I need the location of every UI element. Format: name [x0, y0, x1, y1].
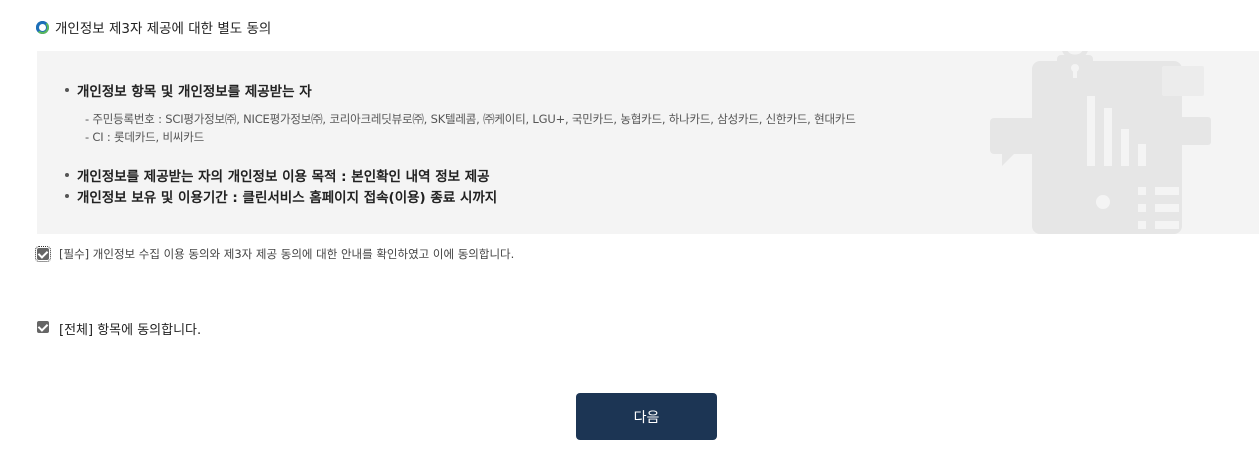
bullet-dot-icon — [65, 88, 69, 92]
purpose-text: 개인정보를 제공받는 자의 개인정보 이용 목적 : 본인확인 내역 정보 제공 — [77, 169, 490, 185]
recipients-line-ci: - CI : 롯데카드, 비씨카드 — [85, 130, 204, 144]
retention-text: 개인정보 보유 및 이용기간 : 클린서비스 홈페이지 접속(이용) 종료 시까… — [77, 190, 498, 206]
info-box: 개인정보 항목 및 개인정보를 제공받는 자 - 주민등록번호 : SCI평가정… — [37, 51, 1259, 234]
agree-all-checkbox[interactable] — [37, 321, 49, 333]
recipients-heading-text: 개인정보 항목 및 개인정보를 제공받는 자 — [77, 84, 312, 100]
recipients-heading: 개인정보 항목 및 개인정보를 제공받는 자 — [65, 80, 312, 100]
section-title: 개인정보 제3자 제공에 대한 별도 동의 — [36, 17, 271, 37]
required-consent-label[interactable]: [필수] 개인정보 수집 이용 동의와 제3자 제공 동의에 대한 안내를 확인… — [59, 246, 514, 262]
section-title-text: 개인정보 제3자 제공에 대한 별도 동의 — [55, 21, 272, 37]
privacy-document-illustration — [990, 51, 1211, 234]
recipients-line-resident-number: - 주민등록번호 : SCI평가정보㈜, NICE평가정보㈜, 코리아크레딧뷰로… — [85, 112, 856, 126]
retention-item: 개인정보 보유 및 이용기간 : 클린서비스 홈페이지 접속(이용) 종료 시까… — [65, 186, 497, 206]
purpose-item: 개인정보를 제공받는 자의 개인정보 이용 목적 : 본인확인 내역 정보 제공 — [65, 165, 490, 185]
circle-bullet-icon — [36, 20, 49, 34]
bullet-dot-icon — [65, 194, 69, 198]
next-button[interactable]: 다음 — [576, 393, 717, 440]
agree-all-label[interactable]: [전체] 항목에 동의합니다. — [59, 319, 201, 338]
required-consent-checkbox[interactable] — [35, 246, 51, 262]
bullet-dot-icon — [65, 173, 69, 177]
